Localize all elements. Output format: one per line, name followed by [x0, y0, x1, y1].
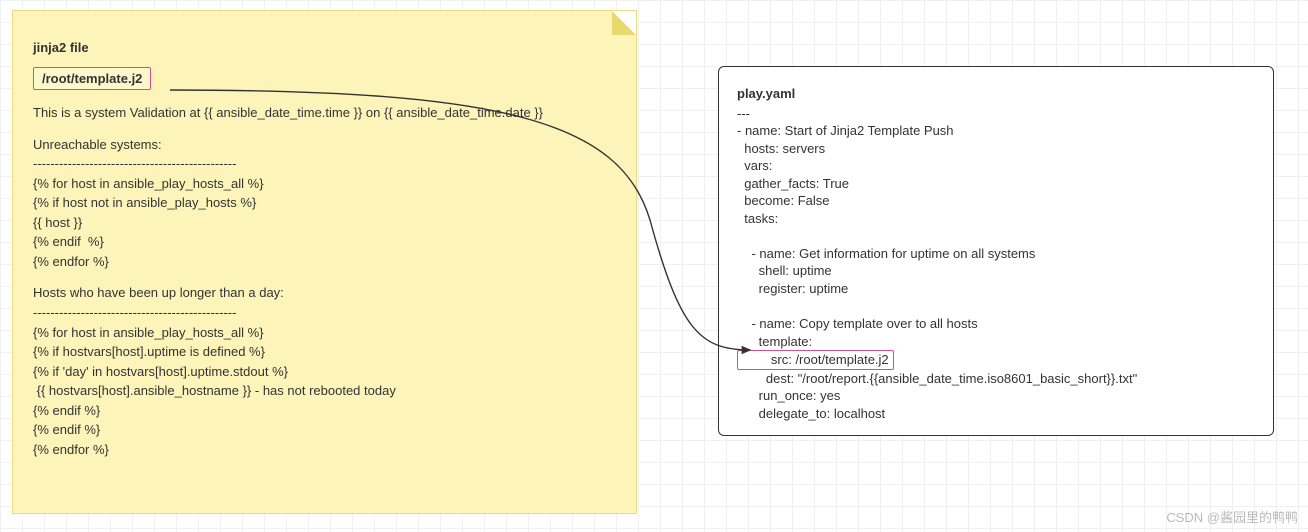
- yaml-line: - name: Start of Jinja2 Template Push: [737, 122, 1255, 140]
- jinja2-code-line: {% endif %}: [33, 421, 616, 439]
- jinja2-code-line: {% if hostvars[host].uptime is defined %…: [33, 343, 616, 361]
- yaml-line: shell: uptime: [737, 262, 1255, 280]
- yaml-line: [737, 227, 1255, 245]
- jinja2-code-line: {% for host in ansible_play_hosts_all %}: [33, 175, 616, 193]
- yaml-line: run_once: yes: [737, 387, 1255, 405]
- yaml-lines-after: dest: "/root/report.{{ansible_date_time.…: [737, 370, 1255, 423]
- yaml-line: - name: Copy template over to all hosts: [737, 315, 1255, 333]
- yaml-line: template:: [737, 333, 1255, 351]
- yaml-line: gather_facts: True: [737, 175, 1255, 193]
- note-title: jinja2 file: [33, 39, 616, 57]
- yaml-line: become: False: [737, 192, 1255, 210]
- jinja2-code-line: {% endfor %}: [33, 441, 616, 459]
- jinja2-code-line: Unreachable systems:: [33, 136, 616, 154]
- yaml-line: register: uptime: [737, 280, 1255, 298]
- jinja2-code-line: {% endif %}: [33, 402, 616, 420]
- yaml-line: vars:: [737, 157, 1255, 175]
- note-fold-corner: [612, 11, 636, 35]
- jinja2-code-line: ----------------------------------------…: [33, 304, 616, 322]
- jinja2-code-line: {{ hostvars[host].ansible_hostname }} - …: [33, 382, 616, 400]
- jinja2-code-line: ----------------------------------------…: [33, 155, 616, 173]
- yaml-line: ---: [737, 105, 1255, 123]
- jinja2-code-line: {% if 'day' in hostvars[host].uptime.std…: [33, 363, 616, 381]
- yaml-src-line-wrapper: src: /root/template.j2: [737, 350, 1255, 370]
- jinja2-code-line: {% if host not in ansible_play_hosts %}: [33, 194, 616, 212]
- yaml-line: delegate_to: localhost: [737, 405, 1255, 423]
- yaml-line: [737, 298, 1255, 316]
- yaml-line: tasks:: [737, 210, 1255, 228]
- play-yaml-box: play.yaml ---- name: Start of Jinja2 Tem…: [718, 66, 1274, 436]
- yaml-src-highlight: src: /root/template.j2: [737, 350, 894, 370]
- yaml-line: dest: "/root/report.{{ansible_date_time.…: [737, 370, 1255, 388]
- yaml-lines-before: ---- name: Start of Jinja2 Template Push…: [737, 105, 1255, 351]
- jinja2-code-line: This is a system Validation at {{ ansibl…: [33, 104, 616, 122]
- jinja2-note: jinja2 file /root/template.j2 This is a …: [12, 10, 637, 514]
- watermark-text: CSDN @酱园里的鸭鸭: [1166, 507, 1298, 526]
- jinja2-code-block: This is a system Validation at {{ ansibl…: [33, 104, 616, 458]
- jinja2-code-line: {% endif %}: [33, 233, 616, 251]
- yaml-filename: play.yaml: [737, 85, 1255, 103]
- template-path-box: /root/template.j2: [33, 67, 151, 91]
- jinja2-code-line: {{ host }}: [33, 214, 616, 232]
- jinja2-code-line: [33, 124, 616, 136]
- yaml-line: hosts: servers: [737, 140, 1255, 158]
- jinja2-code-line: [33, 272, 616, 284]
- jinja2-code-line: Hosts who have been up longer than a day…: [33, 284, 616, 302]
- yaml-line: - name: Get information for uptime on al…: [737, 245, 1255, 263]
- jinja2-code-line: {% endfor %}: [33, 253, 616, 271]
- jinja2-code-line: {% for host in ansible_play_hosts_all %}: [33, 324, 616, 342]
